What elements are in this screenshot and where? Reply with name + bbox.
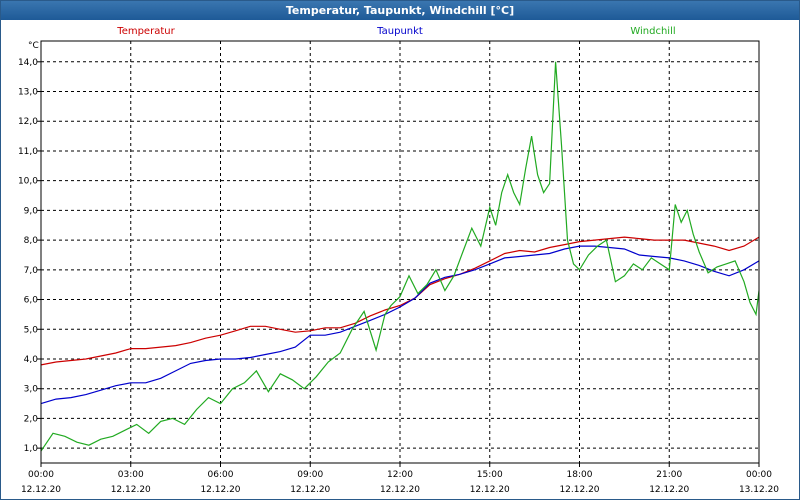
x-tick-date-label: 12.12.20 (559, 485, 599, 495)
y-tick-label: 9,0 (24, 206, 39, 216)
y-tick-label: 6,0 (24, 296, 39, 306)
x-tick-time-label: 00:00 (28, 470, 54, 480)
chart-window: Temperatur, Taupunkt, Windchill [°C] °C … (0, 0, 800, 500)
x-tick-time-label: 09:00 (297, 470, 323, 480)
x-tick-time-label: 00:00 (746, 470, 772, 480)
legend-entry-temperatur: Temperatur (116, 26, 175, 37)
line-chart: °C 1,0 2,0 3,0 4,0 5,0 6,0 7,0 8,0 9,0 10,0 11,0 12… (18, 26, 779, 495)
y-tick-label: 10,0 (18, 177, 38, 187)
y-tick-label: 12,0 (18, 117, 38, 127)
x-tick-time-label: 21:00 (656, 470, 682, 480)
x-tick-date-label: 12.12.20 (21, 485, 61, 495)
y-axis-label: °C (28, 41, 39, 51)
x-tick-date-label: 12.12.20 (111, 485, 151, 495)
x-tick-date-label: 12.12.20 (200, 485, 240, 495)
y-tick-label: 7,0 (24, 266, 39, 276)
y-tick-label: 4,0 (24, 355, 39, 365)
x-tick-time-label: 06:00 (208, 470, 234, 480)
y-tick-label: 1,0 (24, 444, 39, 454)
legend-entry-windchill: Windchill (630, 26, 675, 37)
x-tick-date-label: 12.12.20 (380, 485, 420, 495)
x-tick-date-label: 12.12.20 (649, 485, 689, 495)
x-tick-date-label: 13.12.20 (739, 485, 779, 495)
x-tick-time-label: 15:00 (477, 470, 503, 480)
x-tick-time-label: 12:00 (387, 470, 413, 480)
x-tick-time-label: 18:00 (567, 470, 593, 480)
y-tick-label: 5,0 (24, 325, 39, 335)
legend-entry-taupunkt: Taupunkt (376, 26, 423, 37)
y-tick-label: 3,0 (24, 385, 39, 395)
y-tick-label: 13,0 (18, 88, 38, 98)
y-tick-label: 14,0 (18, 58, 38, 68)
y-tick-label: 2,0 (24, 414, 39, 424)
x-tick-date-label: 12.12.20 (290, 485, 330, 495)
y-tick-label: 8,0 (24, 236, 39, 246)
x-tick-date-label: 12.12.20 (470, 485, 510, 495)
x-tick-time-label: 03:00 (118, 470, 144, 480)
y-tick-label: 11,0 (18, 147, 38, 157)
